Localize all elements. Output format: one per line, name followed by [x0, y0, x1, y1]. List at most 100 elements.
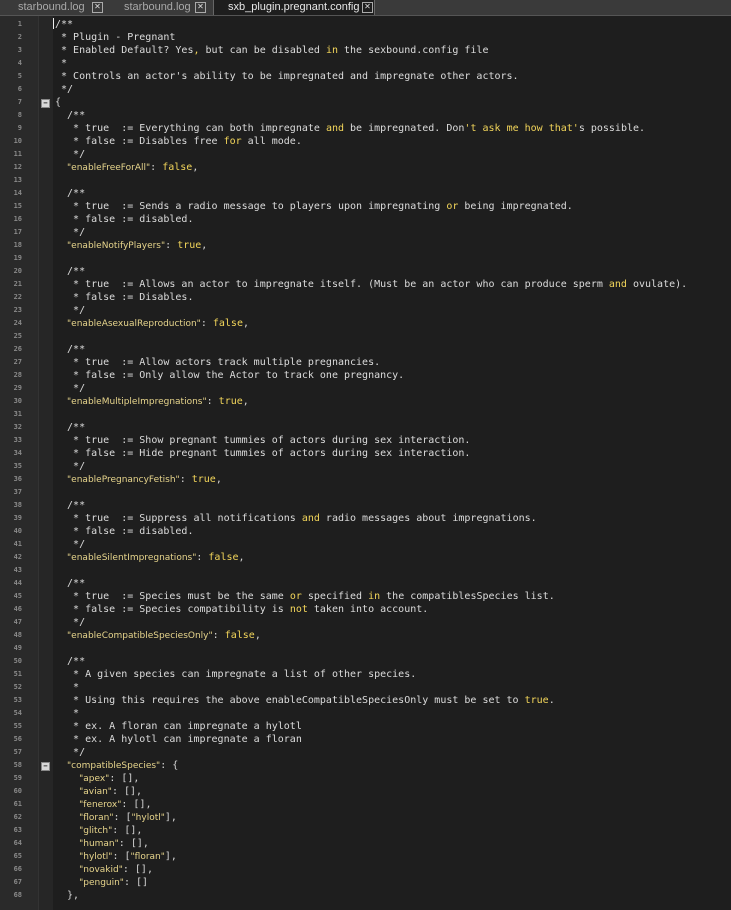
- line-number: 44: [13, 579, 22, 587]
- code-line: */: [55, 538, 85, 551]
- code-line: "enableSilentImpregnations": false,: [55, 551, 245, 564]
- code-line: */: [55, 460, 85, 473]
- code-token: true: [218, 396, 243, 407]
- code-token: "enablePregnancyFetish": [67, 475, 180, 485]
- line-number: 2: [17, 33, 22, 41]
- code-line: */: [55, 616, 85, 629]
- code-line: "glitch": [],: [55, 824, 142, 837]
- code-token: "enableFreeForAll": [67, 163, 151, 173]
- line-number: 56: [13, 735, 22, 743]
- code-token: : [],: [111, 786, 143, 797]
- code-line: "penguin": []: [55, 876, 148, 889]
- code-token: true: [191, 474, 216, 485]
- fold-margin: [38, 16, 53, 910]
- code-token: false: [212, 318, 243, 329]
- code-token: the compatiblesSpecies list.: [380, 591, 555, 602]
- code-editor[interactable]: /** * Plugin - Pregnant * Enabled Defaul…: [52, 16, 731, 910]
- fold-toggle-icon[interactable]: −: [41, 762, 50, 771]
- close-icon[interactable]: ✕: [92, 2, 103, 13]
- line-number: 22: [13, 293, 22, 301]
- code-token: "penguin": [79, 878, 124, 888]
- code-line: * Using this requires the above enableCo…: [55, 694, 555, 707]
- code-line: * ex. A floran can impregnate a hylotl: [55, 720, 302, 733]
- code-line: /**: [55, 577, 85, 590]
- code-token: and: [325, 123, 344, 134]
- code-token: * true := Allows an actor to impregnate …: [55, 279, 609, 290]
- code-token: :: [206, 396, 219, 407]
- line-number: 19: [13, 254, 22, 262]
- line-number: 47: [13, 618, 22, 626]
- code-token: "enableSilentImpregnations": [67, 553, 197, 563]
- code-token: :: [165, 240, 178, 251]
- code-token: * ex. A floran can impregnate a hylotl: [55, 721, 302, 732]
- line-number: 10: [13, 137, 22, 145]
- line-number: 65: [13, 852, 22, 860]
- line-number: 18: [13, 241, 22, 249]
- code-token: *: [55, 682, 80, 693]
- line-number: 17: [13, 228, 22, 236]
- code-line: "enableFreeForAll": false,: [55, 161, 198, 174]
- line-number: 59: [13, 774, 22, 782]
- fold-toggle-icon[interactable]: −: [41, 99, 50, 108]
- code-token: :: [212, 630, 225, 641]
- code-line: * A given species can impregnate a list …: [55, 668, 416, 681]
- code-line: * true := Show pregnant tummies of actor…: [55, 434, 470, 447]
- code-line: * false := disabled.: [55, 213, 193, 226]
- code-line: */: [55, 226, 85, 239]
- line-number: 66: [13, 865, 22, 873]
- code-token: "compatibleSpecies": [67, 761, 161, 771]
- line-number: 46: [13, 605, 22, 613]
- code-token: specified: [301, 591, 369, 602]
- code-token: : [],: [118, 838, 149, 849]
- code-token: },: [55, 890, 80, 901]
- code-token: ,: [192, 162, 199, 173]
- line-number: 6: [17, 85, 22, 93]
- code-token: : [],: [109, 773, 140, 784]
- code-line: * true := Allows an actor to impregnate …: [55, 278, 687, 291]
- code-token: * true := Sends a radio message to playe…: [55, 201, 447, 212]
- line-number: 15: [13, 202, 22, 210]
- code-line: * true := Allow actors track multiple pr…: [55, 356, 380, 369]
- code-token: */: [55, 747, 86, 758]
- line-number: 45: [13, 592, 22, 600]
- code-token: be impregnated. Don: [344, 123, 465, 134]
- code-line: /**: [55, 655, 85, 668]
- code-token: * false := disabled.: [55, 526, 194, 537]
- code-token: * Enabled Default? Yes: [55, 45, 194, 56]
- code-token: taken into account.: [307, 604, 429, 615]
- code-line: "compatibleSpecies": {: [55, 759, 178, 772]
- code-token: {: [55, 97, 62, 108]
- code-token: :: [200, 318, 213, 329]
- tab-sxb-plugin-pregnant-config[interactable]: sxb_plugin.pregnant.config ✕: [213, 0, 375, 15]
- line-number: 4: [17, 59, 22, 67]
- code-token: 't ask me how that': [464, 123, 579, 134]
- code-line: */: [55, 746, 85, 759]
- tab-starbound-log-2[interactable]: starbound.log ✕: [108, 0, 208, 15]
- code-token: : [: [113, 812, 132, 823]
- tab-starbound-log-1[interactable]: starbound.log ✕: [4, 0, 104, 15]
- code-token: */: [55, 305, 86, 316]
- code-token: true: [524, 695, 549, 706]
- code-token: true: [177, 240, 202, 251]
- code-token: *: [55, 58, 68, 69]
- line-number-gutter: 1 2 3 4 5 6 7 8 9 10 11 12 13 14 15 16 17 18 19 20 21 22 23 24 2…: [0, 16, 38, 910]
- code-line: /**: [55, 265, 85, 278]
- line-number: 8: [17, 111, 22, 119]
- close-icon[interactable]: ✕: [362, 2, 373, 13]
- code-token: */: [55, 84, 74, 95]
- code-token: */: [55, 149, 86, 160]
- close-icon[interactable]: ✕: [195, 2, 206, 13]
- line-number: 51: [13, 670, 22, 678]
- code-token: "avian": [79, 787, 112, 797]
- code-token: ],: [164, 812, 177, 823]
- line-number: 54: [13, 709, 22, 717]
- code-token: "novakid": [79, 865, 123, 875]
- code-token: in: [325, 45, 338, 56]
- line-number: 49: [13, 644, 22, 652]
